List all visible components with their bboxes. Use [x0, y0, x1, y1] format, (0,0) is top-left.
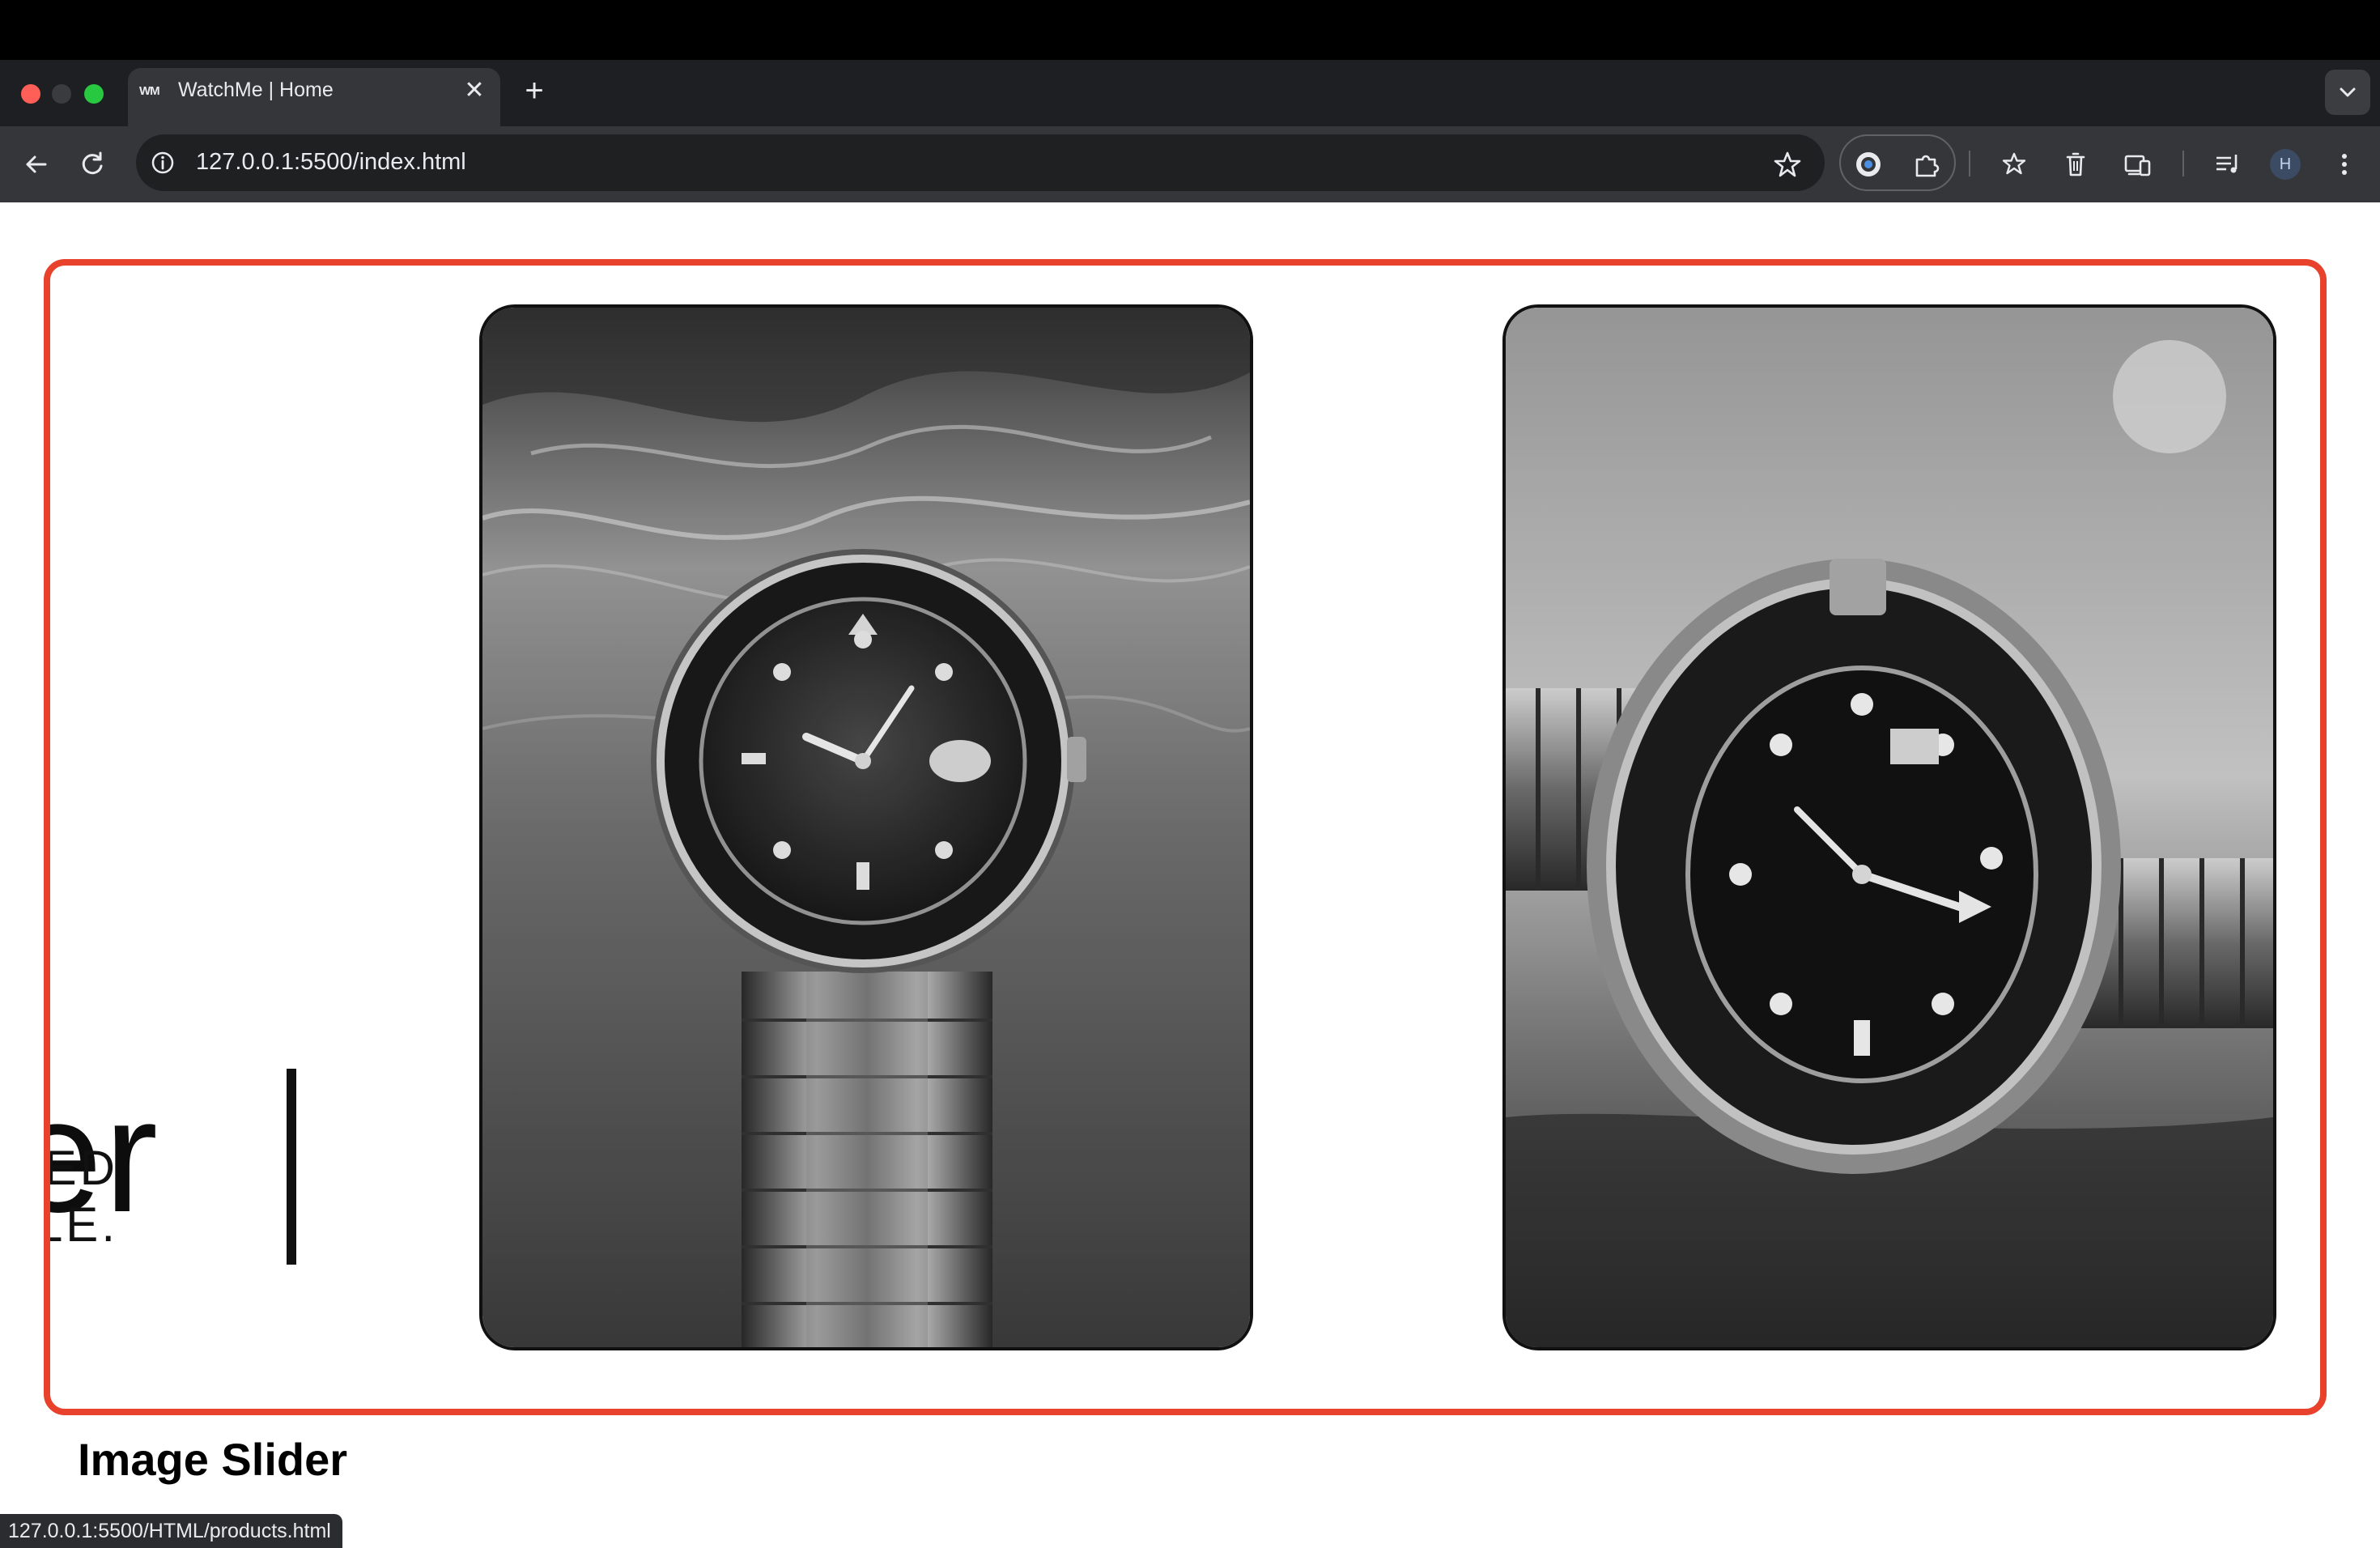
tab-search-button[interactable] — [2325, 70, 2370, 115]
url-text[interactable]: 127.0.0.1:5500/index.html — [196, 149, 466, 176]
slide-image-1[interactable] — [479, 304, 1253, 1350]
chevron-down-icon — [2340, 87, 2356, 97]
browser-menu-button[interactable] — [2327, 147, 2362, 182]
devices-icon — [2124, 155, 2151, 176]
bookmarks-button[interactable] — [1996, 147, 2032, 182]
bookmark-star-button[interactable] — [1770, 147, 1805, 182]
tab-title: WatchMe | Home — [178, 79, 334, 101]
trash-icon — [2066, 152, 2085, 176]
section-title: Image Slider — [78, 1434, 348, 1485]
queue-music-icon — [2216, 155, 2238, 173]
password-manager-icon — [1856, 152, 1881, 176]
extensions-button[interactable] — [1909, 147, 1944, 182]
new-tab-button[interactable]: + — [518, 74, 550, 107]
maximize-window-button[interactable] — [84, 84, 104, 104]
hero-tagline: UGGED STYLE. — [44, 1140, 118, 1253]
screen-top-bar — [0, 0, 2380, 60]
tab-close-icon[interactable]: ✕ — [461, 78, 487, 104]
device-mode-button[interactable] — [2119, 147, 2155, 182]
reload-icon — [82, 151, 103, 175]
password-extension-button[interactable] — [1851, 147, 1886, 182]
hero-divider — [287, 1069, 296, 1265]
profile-avatar[interactable]: H — [2270, 149, 2301, 180]
star-icon — [1774, 151, 1801, 177]
slide-image-2[interactable] — [1502, 304, 2276, 1350]
delete-browsing-data-button[interactable] — [2058, 147, 2093, 182]
site-info-button[interactable] — [147, 147, 178, 178]
gmt-master-watch-image — [1506, 308, 2273, 1347]
back-button[interactable] — [18, 147, 53, 182]
status-url: 127.0.0.1:5500/HTML/products.html — [8, 1520, 331, 1542]
puzzle-icon — [1915, 155, 1940, 177]
tagline-line-1: UGGED — [44, 1141, 118, 1195]
star-list-icon — [2002, 152, 2026, 175]
close-window-button[interactable] — [21, 84, 40, 104]
more-vert-icon — [2342, 154, 2347, 175]
reload-button[interactable] — [74, 147, 110, 182]
toolbar-separator — [2182, 151, 2184, 176]
info-icon — [151, 151, 174, 174]
tagline-line-2: STYLE. — [44, 1197, 118, 1252]
image-slider[interactable]: her UGGED STYLE. — [44, 259, 2327, 1415]
media-controls-button[interactable] — [2210, 147, 2246, 182]
submariner-watch-image — [482, 308, 1250, 1347]
tab-favicon: WM — [139, 84, 160, 98]
link-status-bubble: 127.0.0.1:5500/HTML/products.html — [0, 1514, 342, 1548]
arrow-left-icon — [26, 155, 47, 173]
toolbar-separator — [1969, 151, 1970, 176]
minimize-window-button[interactable] — [52, 84, 71, 104]
